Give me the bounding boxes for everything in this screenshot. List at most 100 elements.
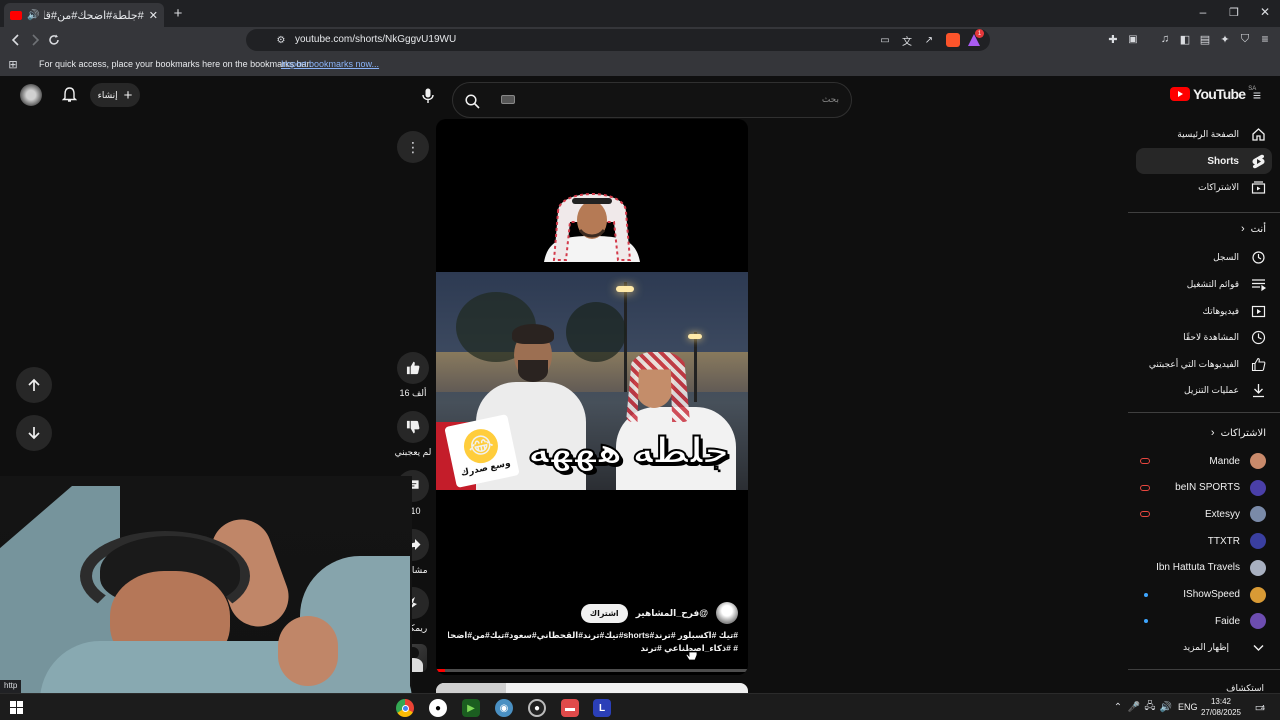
subscription-item[interactable]: beIN SPORTS — [1140, 479, 1266, 496]
progress-track[interactable] — [436, 669, 748, 672]
leo-ai-icon[interactable]: ✦ — [1218, 32, 1232, 46]
laughing-emoji-sticker: 😂 وسع صدرك — [444, 414, 520, 488]
clock-icon — [1251, 330, 1266, 345]
notification-center-icon[interactable]: ▭ 4 — [1252, 699, 1268, 715]
subscription-item[interactable]: TTXTR — [1140, 533, 1266, 550]
search-box[interactable]: بحث — [452, 82, 852, 118]
voice-search-button[interactable] — [414, 82, 442, 110]
tray-volume-icon[interactable]: 🔊 — [1160, 700, 1172, 714]
brave-shield-icon[interactable] — [946, 33, 960, 47]
next-short-preview[interactable] — [436, 683, 748, 693]
keyboard-icon[interactable] — [501, 95, 515, 104]
tray-mic-icon[interactable]: 🎤 — [1128, 700, 1140, 714]
import-bookmarks-link[interactable]: Import bookmarks now... — [281, 59, 379, 69]
sidebar-item-liked-videos[interactable]: الفيديوهات التي أعجبتني — [1149, 357, 1266, 372]
description-line-1: #تيك #اكسبلور #ترند#shorts#تيك#ترند#القح… — [448, 630, 738, 640]
taskbar-clock[interactable]: 13:42 27/08/2025 — [1198, 696, 1244, 718]
search-input[interactable]: بحث — [822, 94, 839, 105]
channel-handle[interactable]: @فرح_المشاهير — [636, 608, 708, 619]
account-avatar[interactable] — [20, 84, 42, 106]
sidebar-item-downloads[interactable]: عمليات التنزيل — [1184, 383, 1266, 398]
subscriptions-section-header[interactable]: الاشتراكات ‹ — [1211, 427, 1266, 439]
forward-button[interactable] — [27, 32, 43, 48]
site-info-icon[interactable]: ⚙ — [274, 33, 288, 47]
share-icon[interactable]: ↗ — [922, 33, 936, 47]
subscription-item[interactable]: Faide — [1140, 613, 1266, 630]
youtube-logo[interactable]: YouTube SA — [1170, 86, 1256, 102]
capture-taskbar-icon[interactable]: ▬ — [561, 699, 579, 717]
sidebar-item-playlists[interactable]: قوائم التشغيل — [1187, 277, 1266, 292]
reload-button[interactable] — [46, 32, 62, 48]
you-section-header[interactable]: أنت ‹ — [1241, 223, 1266, 235]
translate-icon[interactable]: 文 — [900, 33, 914, 48]
next-short-button[interactable] — [16, 415, 52, 451]
sidebar-toggle-icon[interactable]: ◧ — [1178, 32, 1192, 46]
subscription-item[interactable]: Mande — [1140, 453, 1266, 469]
chrome-taskbar-icon[interactable] — [396, 699, 414, 717]
guide-menu-icon[interactable]: ≡ — [1249, 87, 1265, 103]
windows-start-icon[interactable] — [10, 701, 23, 714]
sidebar-item-home[interactable]: الصفحة الرئيسية — [1177, 127, 1266, 142]
tab-title: #جلطة#اضحك#من#قلبك#سد... — [44, 9, 144, 22]
browser-menu-icon[interactable]: ≡ — [1258, 32, 1272, 46]
live-indicator-icon — [1140, 484, 1150, 491]
like-button[interactable] — [397, 352, 429, 384]
sidebar-item-your-videos[interactable]: فيديوهاتك — [1203, 304, 1266, 319]
recording-taskbar-icon[interactable]: ● — [528, 699, 546, 717]
media-icon[interactable]: ♫ — [1158, 32, 1172, 46]
media-player-taskbar-icon[interactable]: ▶ — [462, 699, 480, 717]
create-button[interactable]: إنشاء + — [90, 83, 140, 107]
sidebar-item-subscriptions[interactable]: الاشتراكات — [1198, 180, 1266, 195]
download-icon — [1253, 384, 1264, 398]
more-options-button[interactable]: ⋮ — [397, 131, 429, 163]
brave-rewards-icon[interactable]: 1 — [967, 29, 984, 47]
tab-close-icon[interactable]: ✕ — [149, 9, 158, 22]
dislike-button[interactable] — [397, 411, 429, 443]
clock-date: 27/08/2025 — [1200, 708, 1242, 717]
minimize-button[interactable]: – — [1196, 4, 1210, 20]
arrow-down-icon — [28, 427, 40, 440]
subscription-name: Mande — [1209, 455, 1240, 467]
language-indicator[interactable]: ENG — [1178, 702, 1198, 712]
tray-network-icon[interactable]: 🖧 — [1144, 700, 1156, 714]
vpn-shield-icon[interactable]: ⛉ — [1238, 32, 1252, 46]
cast-icon[interactable]: ▭ — [878, 33, 892, 47]
browser-tab[interactable]: 🔊 #جلطة#اضحك#من#قلبك#سد... ✕ — [4, 3, 164, 27]
search-button[interactable] — [463, 92, 481, 110]
tray-overflow-icon[interactable]: ⌃ — [1112, 700, 1124, 714]
sidebar-item-label: المشاهدة لاحقًا — [1183, 332, 1239, 342]
subscription-name: beIN SPORTS — [1175, 482, 1240, 494]
previous-short-button[interactable] — [16, 367, 52, 403]
sidebar-item-label: الصفحة الرئيسية — [1177, 129, 1239, 139]
address-bar[interactable]: ⚙ youtube.com/shorts/NkGggvU19WU ▭ 文 ↗ 1 — [246, 29, 990, 51]
restore-button[interactable]: ❐ — [1227, 4, 1241, 20]
apps-grid-icon[interactable]: ⊞ — [7, 58, 19, 71]
wallet-icon[interactable]: ▣ — [1126, 32, 1140, 46]
launcher-taskbar-icon[interactable]: L — [593, 699, 611, 717]
back-button[interactable] — [8, 32, 24, 48]
subscription-item[interactable]: IShowSpeed — [1140, 586, 1266, 603]
sidebar-divider — [1128, 212, 1280, 213]
shorts-player[interactable]: 😂 وسع صدرك جلطه هههه @فرح_المشاهير اشترا… — [436, 119, 748, 675]
sidebar-item-history[interactable]: السجل — [1213, 250, 1266, 265]
github-taskbar-icon[interactable]: ● — [429, 699, 447, 717]
subscription-item[interactable]: Extesyy — [1140, 506, 1266, 523]
show-more-button[interactable]: إظهار المزيد — [1183, 640, 1266, 655]
close-window-button[interactable]: ✕ — [1258, 4, 1272, 20]
new-tab-button[interactable]: + — [170, 5, 186, 22]
notifications-bell-icon[interactable] — [60, 86, 78, 104]
audio-playing-icon[interactable]: 🔊 — [27, 10, 39, 21]
channel-avatar[interactable] — [716, 602, 738, 624]
brave-wallet-icon[interactable]: ▤ — [1198, 32, 1212, 46]
sidebar-item-shorts[interactable]: Shorts — [1207, 154, 1266, 169]
microphone-icon — [422, 88, 434, 103]
chevron-left-icon: ‹ — [1210, 427, 1215, 439]
new-content-dot-icon — [1144, 619, 1148, 624]
subscription-item[interactable]: Ibn Hattuta Travels — [1140, 559, 1266, 576]
url-text: youtube.com/shorts/NkGggvU19WU — [295, 34, 457, 45]
extensions-icon[interactable]: ✚ — [1106, 32, 1120, 46]
show-more-label: إظهار المزيد — [1182, 642, 1229, 652]
subscribe-button[interactable]: اشتراك — [580, 603, 628, 623]
browser-taskbar-icon[interactable]: ◉ — [495, 699, 513, 717]
sidebar-item-watch-later[interactable]: المشاهدة لاحقًا — [1183, 330, 1266, 345]
